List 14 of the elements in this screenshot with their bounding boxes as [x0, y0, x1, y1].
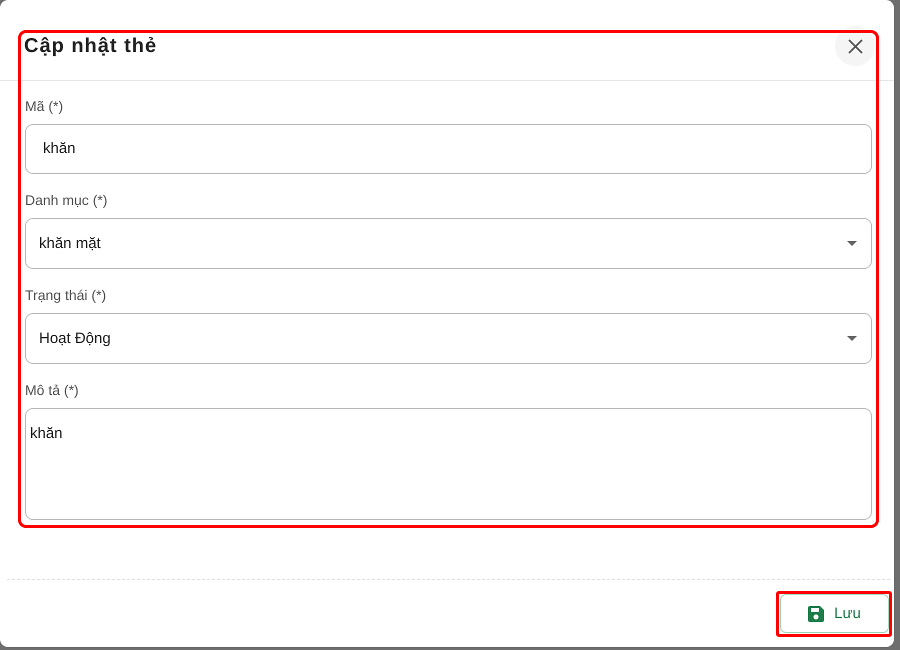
- field-label: Trạng thái (*): [25, 286, 106, 304]
- field-label: Danh mục (*): [25, 191, 108, 209]
- close-icon: [848, 38, 862, 54]
- text-input[interactable]: khăn: [25, 124, 872, 174]
- dropdown-select[interactable]: khăn mặt: [25, 218, 872, 269]
- caret-icon: [847, 336, 857, 341]
- field-label: Mô tả (*): [25, 381, 79, 399]
- text-area[interactable]: khăn: [25, 408, 872, 520]
- dropdown-select[interactable]: Hoạt Động: [25, 313, 872, 364]
- caret-icon: [847, 241, 857, 246]
- dialog-title: Cập nhật thẻ: [24, 34, 158, 58]
- field-label: Mã (*): [25, 97, 64, 115]
- close-button[interactable]: [835, 26, 875, 66]
- save-button[interactable]: Lưu: [780, 594, 889, 633]
